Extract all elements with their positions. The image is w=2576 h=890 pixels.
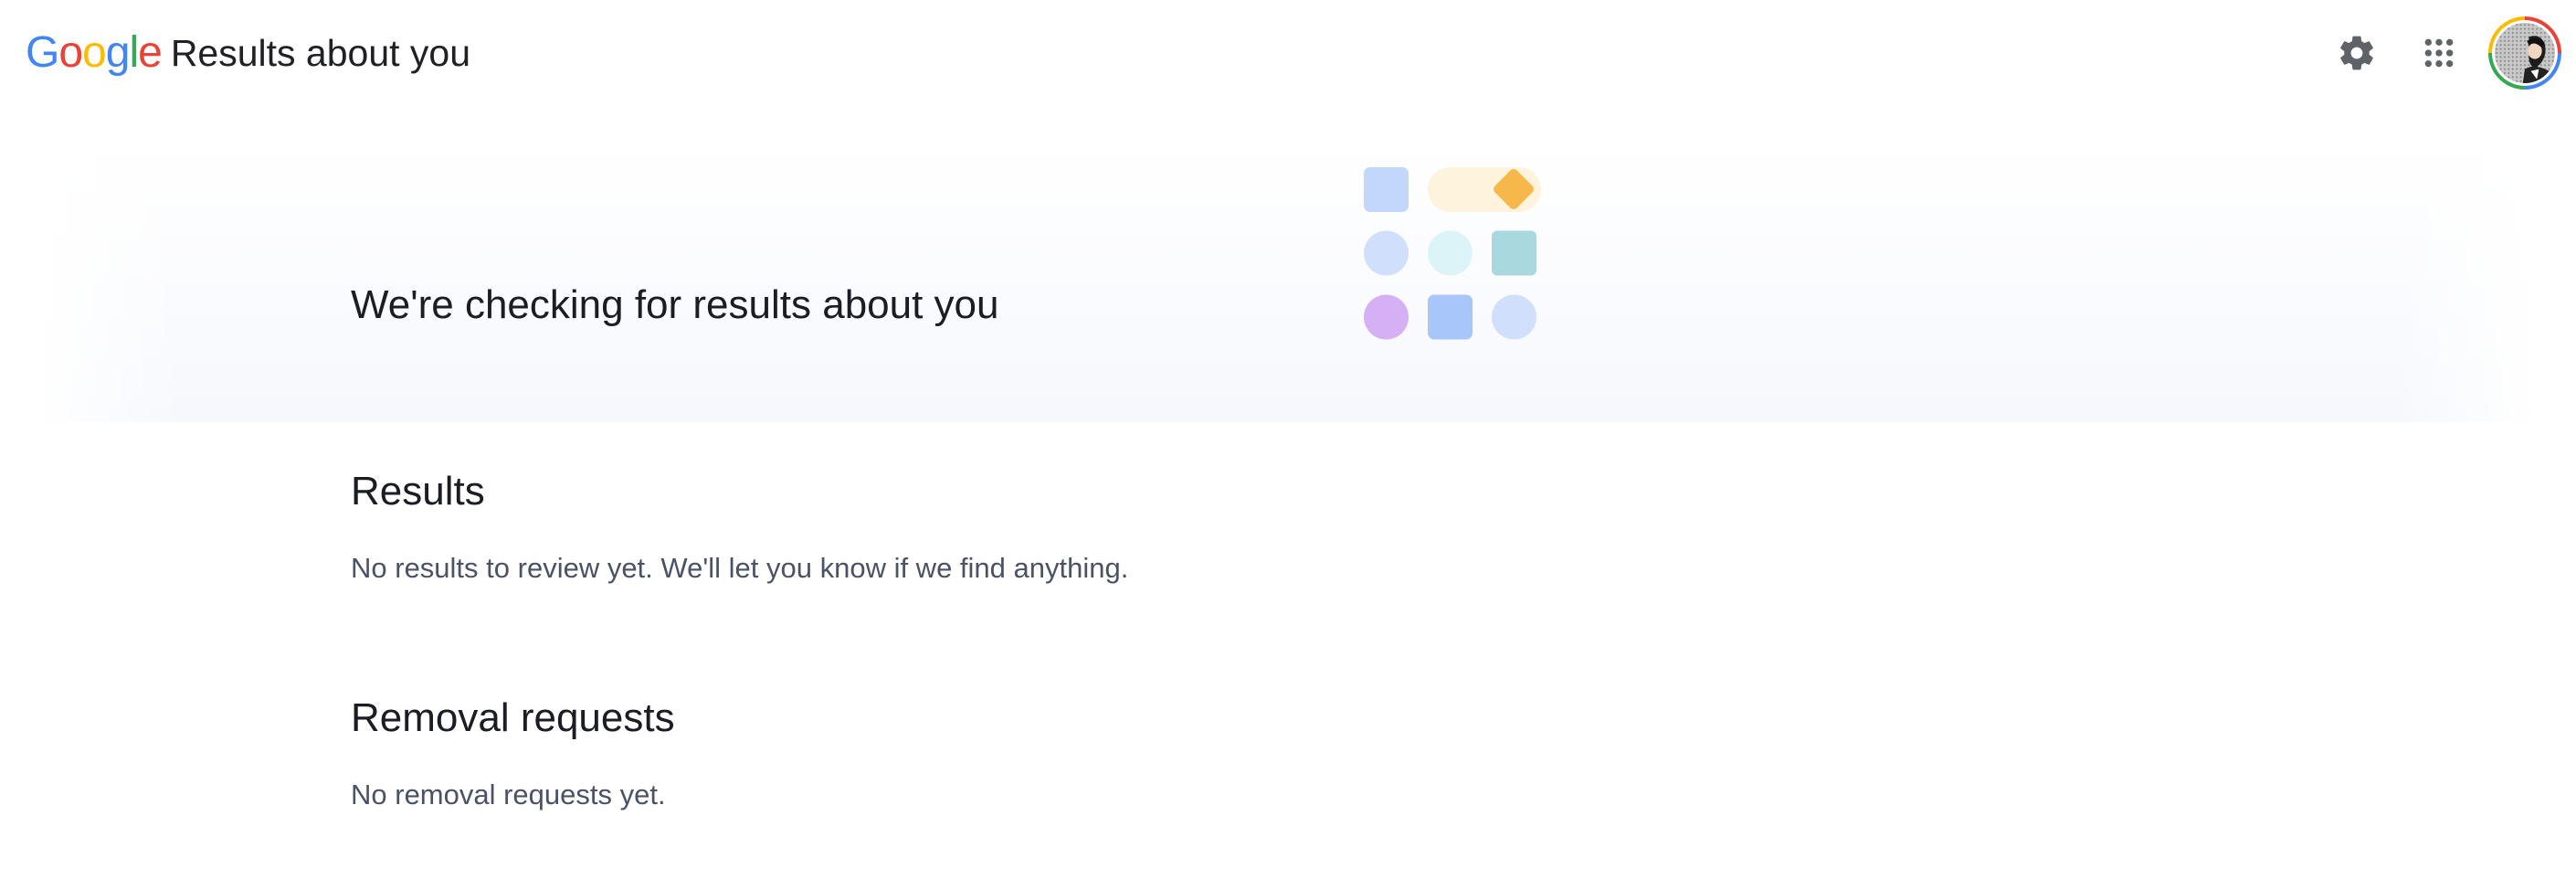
checking-illustration — [1364, 167, 1541, 340]
top-bar: Google Results about you — [0, 0, 2576, 106]
gear-icon — [2340, 36, 2373, 70]
hero-title: We're checking for results about you — [351, 282, 999, 327]
account-avatar-button[interactable] — [2488, 16, 2561, 90]
illustration-purple-circle — [1364, 294, 1409, 340]
top-actions — [2324, 16, 2561, 90]
google-logo-letter: o — [58, 28, 83, 77]
illustration-blue-square — [1364, 167, 1409, 212]
brand: Google Results about you — [26, 31, 470, 75]
avatar-frame — [2492, 20, 2558, 86]
removal-requests-heading: Removal requests — [351, 695, 675, 740]
apps-grid-icon — [2424, 38, 2454, 68]
illustration-pale-blue-circle — [1492, 294, 1536, 340]
google-logo-letter: o — [82, 28, 107, 77]
google-logo-letter: G — [26, 28, 59, 77]
google-logo-letter: l — [129, 28, 139, 77]
results-heading: Results — [351, 469, 485, 514]
status-illustration — [1361, 164, 1544, 347]
settings-button[interactable] — [2324, 20, 2390, 86]
product-title: Results about you — [170, 31, 471, 74]
apps-button[interactable] — [2406, 20, 2472, 86]
illustration-teal-square — [1492, 230, 1536, 276]
google-logo[interactable]: Google — [26, 28, 163, 77]
google-logo-letter: g — [105, 28, 131, 77]
avatar — [2495, 23, 2555, 83]
illustration-cyan-circle — [1428, 230, 1473, 276]
google-logo-letter: e — [138, 28, 163, 77]
illustration-mid-blue-square — [1428, 294, 1473, 340]
results-empty-message: No results to review yet. We'll let you … — [351, 552, 1129, 584]
illustration-light-blue-circle — [1364, 230, 1409, 276]
removal-requests-empty-message: No removal requests yet. — [351, 779, 666, 811]
